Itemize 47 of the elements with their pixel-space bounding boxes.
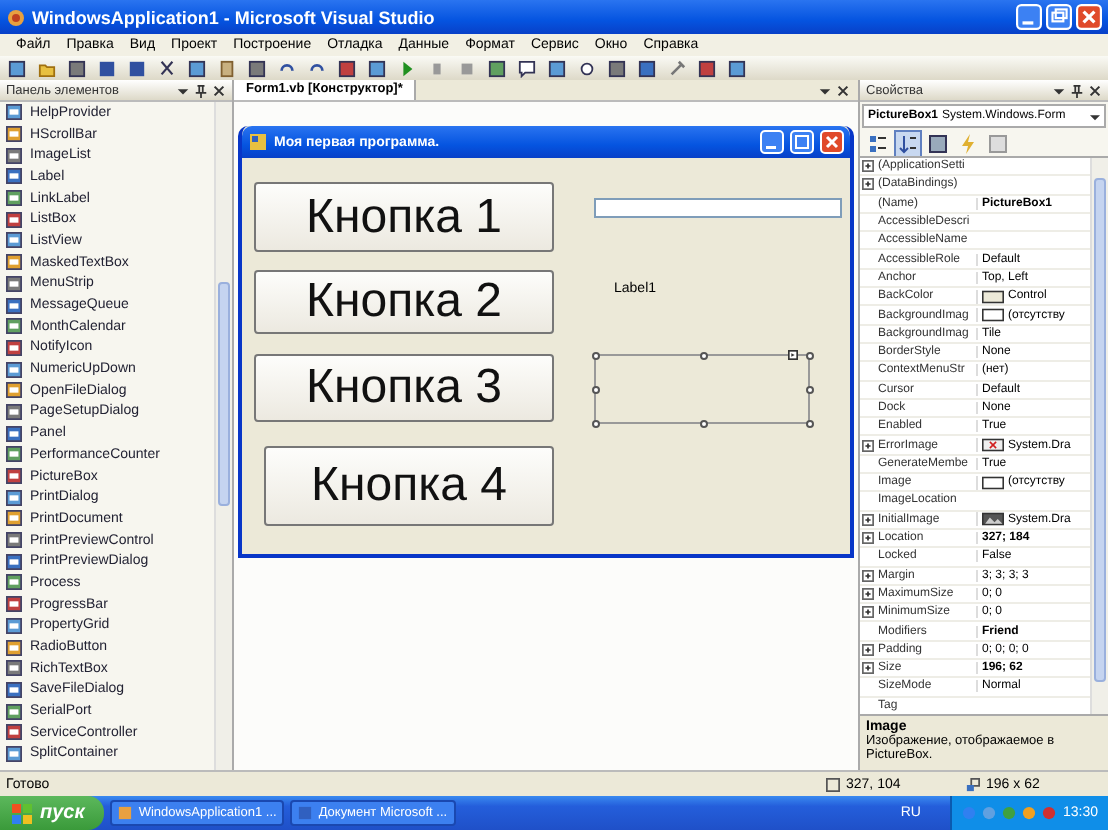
categorized-icon[interactable] (866, 131, 890, 155)
caret-icon (1090, 111, 1100, 121)
properties-icon[interactable] (926, 131, 950, 155)
app-icon (6, 7, 26, 27)
window-icon[interactable] (488, 59, 506, 77)
undo-icon[interactable] (278, 59, 296, 77)
expand-icon[interactable] (862, 587, 874, 600)
form-button[interactable]: Кнопка 4 (264, 446, 554, 526)
sort-icon[interactable] (896, 131, 920, 155)
form-button[interactable]: Кнопка 3 (254, 354, 554, 422)
pin-icon[interactable] (1070, 83, 1084, 97)
window-icon[interactable] (548, 59, 566, 77)
pin-icon[interactable] (194, 83, 208, 97)
app-icon (118, 806, 133, 820)
expand-icon[interactable] (862, 532, 874, 545)
expand-icon[interactable] (862, 662, 874, 675)
minimize-icon[interactable] (760, 130, 784, 154)
smart-tag-icon[interactable] (788, 350, 798, 360)
expand-icon[interactable] (862, 439, 874, 452)
expand-icon[interactable] (862, 513, 874, 526)
redo-icon[interactable] (308, 59, 326, 77)
form-icon (248, 132, 268, 152)
form-button[interactable]: Кнопка 1 (254, 182, 554, 252)
pages-icon[interactable] (986, 131, 1010, 155)
comment-icon[interactable] (518, 59, 536, 77)
form-button[interactable]: Кнопка 2 (254, 270, 554, 334)
position-icon (826, 777, 840, 791)
close-icon[interactable] (836, 83, 850, 97)
minimize-icon[interactable] (1016, 4, 1042, 30)
text-box[interactable] (594, 198, 842, 218)
close-icon[interactable] (212, 83, 226, 97)
expand-icon[interactable] (862, 160, 874, 173)
scrollbar[interactable] (214, 102, 232, 770)
scrollbar[interactable] (1090, 158, 1108, 714)
expand-icon[interactable] (862, 606, 874, 619)
close-icon[interactable] (1088, 83, 1102, 97)
windows-logo-icon (12, 803, 32, 823)
size-icon (966, 777, 980, 791)
expand-icon[interactable] (862, 178, 874, 191)
expand-icon[interactable] (862, 643, 874, 656)
window-icon[interactable] (68, 59, 86, 77)
stop-icon[interactable] (458, 59, 476, 77)
expand-icon[interactable] (862, 569, 874, 582)
app-icon (298, 806, 313, 820)
window-title: WindowsApplication1 - Microsoft Visual Studio (32, 7, 437, 27)
maximize-icon[interactable] (790, 130, 814, 154)
restore-icon[interactable] (1046, 4, 1072, 30)
